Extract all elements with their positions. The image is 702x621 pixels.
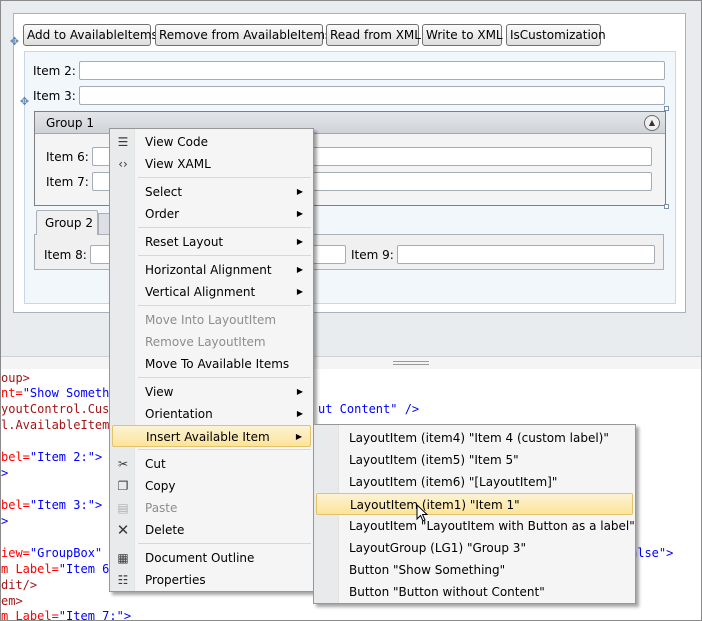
- menu-item-move-into-layoutitem[interactable]: Move Into LayoutItem: [112, 309, 311, 331]
- submenu-arrow-icon: ▶: [296, 187, 303, 196]
- xaml-line: bel="Item 2:">: [1, 450, 103, 464]
- submenu-arrow-icon: ▶: [296, 287, 303, 296]
- xaml-line: m Label="Item 7:">: [1, 609, 132, 621]
- submenu-arrow-icon: ▶: [296, 387, 303, 396]
- xaml-line: bel="Item 3:">: [1, 498, 103, 512]
- item7-label: Item 7:: [46, 175, 89, 189]
- menu-item-move-to-available-items[interactable]: Move To Available Items: [112, 353, 311, 375]
- xaml-line: oup>: [1, 371, 30, 385]
- xaml-line: youtControl.Cust: [1, 402, 117, 416]
- menu-item-delete[interactable]: ✕ Delete: [112, 519, 311, 541]
- xaml-line: l.AvailableItem: [1, 418, 110, 432]
- menu-separator: [138, 255, 311, 256]
- copy-icon: ❐: [117, 479, 129, 493]
- splitter-grip-icon[interactable]: [393, 361, 429, 365]
- document-outline-icon: ▦: [117, 551, 129, 565]
- item8-label: Item 8:: [44, 248, 87, 262]
- xaml-line: >: [1, 514, 9, 528]
- tab-group2[interactable]: Group 2: [36, 210, 98, 235]
- menu-item-remove-layoutitem[interactable]: Remove LayoutItem: [112, 331, 311, 353]
- xaml-line: dit/>: [1, 578, 38, 592]
- submenu-item[interactable]: LayoutItem "LayoutItem with Button as a …: [316, 515, 635, 537]
- menu-separator: [138, 177, 311, 178]
- insert-available-item-submenu: LayoutItem (item4) "Item 4 (custom label…: [313, 424, 636, 604]
- remove-from-available-items-button[interactable]: Remove from AvailableItems: [155, 24, 331, 46]
- item9-textbox[interactable]: [397, 245, 655, 264]
- menu-item-orientation[interactable]: Orientation ▶: [112, 403, 311, 425]
- move-handle-icon[interactable]: ✥: [19, 96, 30, 107]
- xaml-line: >: [1, 466, 9, 480]
- menu-separator: [138, 305, 311, 306]
- menu-item-paste[interactable]: ▤ Paste: [112, 497, 311, 519]
- menu-item-view[interactable]: View ▶: [112, 381, 311, 403]
- menu-item-vertical-alignment[interactable]: Vertical Alignment ▶: [112, 281, 311, 303]
- xaml-line: alse">: [630, 546, 674, 560]
- submenu-item[interactable]: LayoutItem (item5) "Item 5": [316, 449, 633, 471]
- menu-item-cut[interactable]: ✂ Cut: [112, 453, 311, 475]
- delete-x-icon: ✕: [116, 521, 130, 539]
- xaml-line: m Label="Item 6: [1, 562, 110, 576]
- menu-item-properties[interactable]: ☷ Properties: [112, 569, 311, 591]
- menu-item-copy[interactable]: ❐ Copy: [112, 475, 311, 497]
- selection-handle[interactable]: [664, 106, 669, 111]
- xaml-line: iew="GroupBox": [1, 546, 103, 560]
- menu-item-reset-layout[interactable]: Reset Layout ▶: [112, 231, 311, 253]
- menu-separator: [138, 227, 311, 228]
- move-handle-icon[interactable]: ✥: [9, 36, 20, 47]
- submenu-item[interactable]: LayoutItem (item1) "Item 1": [316, 493, 633, 515]
- menu-item-insert-available-item[interactable]: Insert Available Item ▶: [112, 425, 311, 447]
- add-to-available-items-button[interactable]: Add to AvailableItems: [23, 24, 158, 46]
- code-file-icon: ☰: [117, 135, 129, 149]
- submenu-item[interactable]: LayoutItem (item6) "[LayoutItem]": [316, 471, 633, 493]
- submenu-arrow-icon: ▶: [296, 265, 303, 274]
- context-menu: ☰ View Code ‹› View XAML Select ▶ Order ▶ …: [109, 128, 314, 592]
- is-customization-button[interactable]: IsCustomization: [506, 24, 606, 46]
- menu-separator: [138, 377, 311, 378]
- menu-item-document-outline[interactable]: ▦ Document Outline: [112, 547, 311, 569]
- collapse-icon[interactable]: ▲: [644, 115, 660, 131]
- xaml-line: ut Content" />: [318, 402, 420, 416]
- xaml-line: em>: [1, 594, 23, 608]
- submenu-item[interactable]: LayoutGroup (LG1) "Group 3": [316, 537, 633, 559]
- menu-item-view-xaml[interactable]: ‹› View XAML: [112, 153, 311, 175]
- pane-splitter[interactable]: [1, 356, 701, 369]
- menu-item-select[interactable]: Select ▶: [112, 181, 311, 203]
- item2-textbox[interactable]: [79, 61, 665, 80]
- menu-item-horizontal-alignment[interactable]: Horizontal Alignment ▶: [112, 259, 311, 281]
- menu-item-view-code[interactable]: ☰ View Code: [112, 131, 311, 153]
- menu-item-order[interactable]: Order ▶: [112, 203, 311, 225]
- item3-textbox[interactable]: [79, 86, 665, 105]
- xaml-line: nt="Show Someth: [1, 386, 110, 400]
- read-from-xml-button[interactable]: Read from XML: [326, 24, 421, 46]
- xaml-file-icon: ‹›: [118, 157, 128, 171]
- submenu-arrow-icon: ▶: [296, 209, 303, 218]
- scissors-icon: ✂: [117, 457, 129, 471]
- selection-handle[interactable]: [664, 204, 669, 209]
- mouse-pointer-icon: [416, 503, 429, 526]
- submenu-arrow-icon: ▶: [296, 237, 303, 246]
- submenu-item[interactable]: Button "Button without Content": [316, 581, 633, 603]
- submenu-arrow-icon: ▶: [296, 409, 303, 418]
- write-to-xml-button[interactable]: Write to XML: [422, 24, 503, 46]
- submenu-arrow-icon: ▶: [295, 432, 302, 441]
- paste-icon: ▤: [117, 501, 129, 515]
- menu-separator: [138, 449, 311, 450]
- item6-label: Item 6:: [46, 150, 89, 164]
- item2-label: Item 2:: [33, 64, 76, 78]
- submenu-item[interactable]: Button "Show Something": [316, 559, 633, 581]
- group1-title: Group 1: [46, 116, 94, 130]
- item9-label: Item 9:: [351, 248, 394, 262]
- menu-separator: [138, 543, 311, 544]
- submenu-item[interactable]: LayoutItem (item4) "Item 4 (custom label…: [316, 427, 633, 449]
- properties-icon: ☷: [117, 573, 129, 587]
- item3-label: Item 3:: [33, 89, 76, 103]
